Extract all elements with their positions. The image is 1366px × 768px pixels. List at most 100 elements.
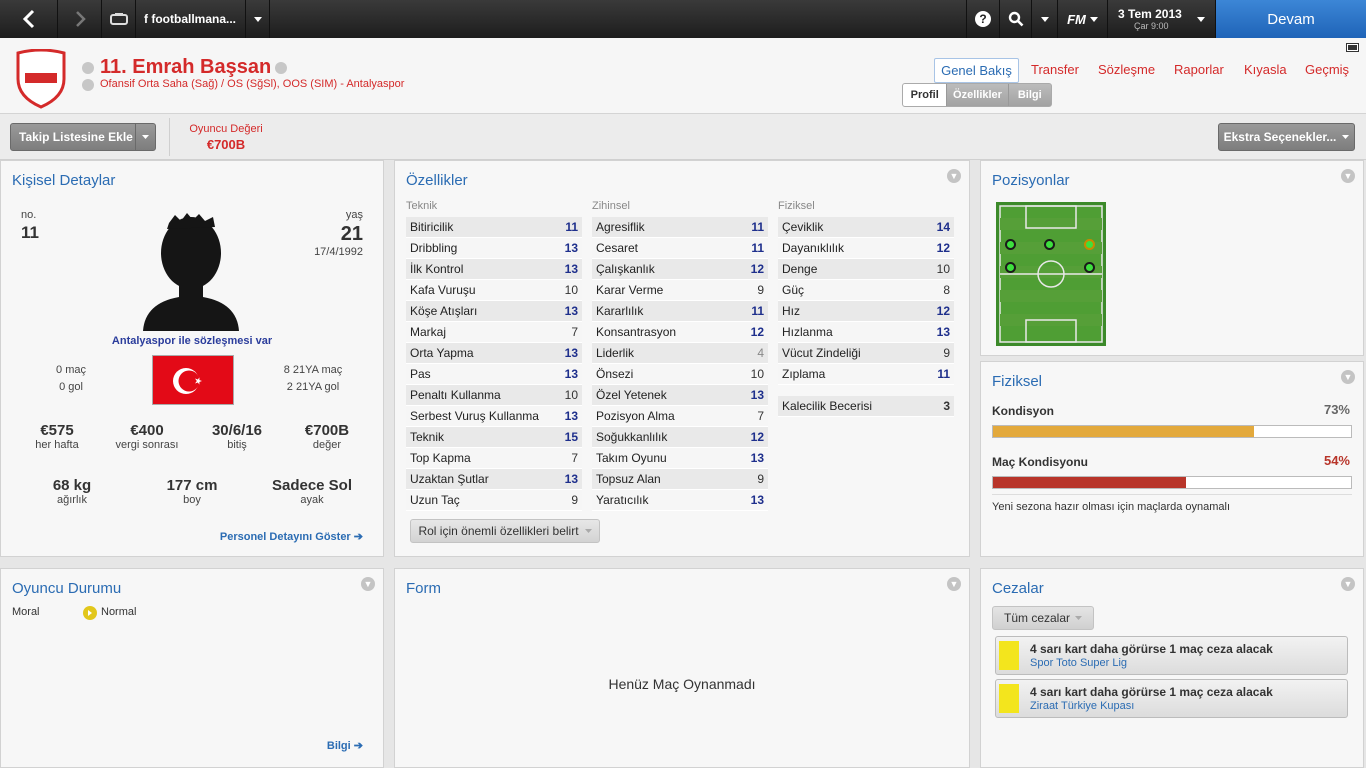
attribute-name: Zıplama xyxy=(782,367,826,381)
attribute-row: Penaltı Kullanma 10 xyxy=(406,385,582,406)
attribute-value: 13 xyxy=(750,493,764,507)
history-dropdown[interactable] xyxy=(246,0,270,38)
club-badge-icon xyxy=(16,49,66,109)
panel-title: Form xyxy=(406,580,441,597)
attribute-row: Yaratıcılık 13 xyxy=(592,490,768,511)
attribute-row: Uzaktan Şutlar 13 xyxy=(406,469,582,490)
status-info-link[interactable]: Bilgi ➔ xyxy=(327,739,363,752)
attribute-value: 13 xyxy=(564,346,578,360)
match-fitness-value: 54% xyxy=(1323,453,1350,468)
attribute-name: Bitiricilik xyxy=(410,220,454,234)
attribute-row: Liderlik 4 xyxy=(592,343,768,364)
age-label: yaş xyxy=(345,209,363,221)
attribute-name: Dribbling xyxy=(410,241,458,255)
fitness-note: Yeni sezona hazır olması için maçlarda o… xyxy=(992,501,1231,513)
nationality-flag xyxy=(152,355,234,405)
search-button[interactable] xyxy=(1000,0,1032,38)
prev-player-icon[interactable] xyxy=(82,62,94,74)
panel-title: Özellikler xyxy=(406,172,468,189)
tab-overview[interactable]: Genel Bakış xyxy=(934,58,1019,83)
physical-panel: Fiziksel ▼ Kondisyon 73% Maç Kondisyonu … xyxy=(980,361,1364,557)
next-player-icon[interactable] xyxy=(275,62,287,74)
match-fitness-label: Maç Kondisyonu xyxy=(992,455,1089,469)
attribute-row: Takım Oyunu 13 xyxy=(592,448,768,469)
tab-history[interactable]: Geçmiş xyxy=(1305,62,1349,77)
attribute-value: 8 xyxy=(943,283,950,297)
tab-contract[interactable]: Sözleşme xyxy=(1098,62,1155,77)
shortlist-button[interactable]: Takip Listesine Ekle xyxy=(10,123,156,151)
collapse-icon[interactable]: ▼ xyxy=(1341,370,1355,384)
search-icon xyxy=(1008,11,1023,27)
expiry-label: bitiş xyxy=(227,439,247,451)
svg-text:?: ? xyxy=(979,12,986,26)
panel-title: Pozisyonlar xyxy=(992,172,1070,189)
subtab-attributes[interactable]: Özellikler xyxy=(946,84,1007,106)
attribute-value: 7 xyxy=(571,325,578,339)
collapse-icon[interactable]: ▼ xyxy=(1341,577,1355,591)
chevron-down-icon xyxy=(1075,616,1083,620)
battery-icon xyxy=(1346,43,1359,52)
continue-label: Devam xyxy=(1267,10,1315,28)
player-positions: Ofansif Orta Saha (Sağ) / OS (SğSl), OOS… xyxy=(100,78,405,90)
attribute-row: İlk Kontrol 13 xyxy=(406,259,582,280)
collapse-icon[interactable]: ▼ xyxy=(1341,169,1355,183)
subtab-info[interactable]: Bilgi xyxy=(1007,84,1051,106)
tab-reports[interactable]: Raporlar xyxy=(1174,62,1224,77)
attribute-row: Karar Verme 9 xyxy=(592,280,768,301)
attribute-value: 15 xyxy=(564,430,578,444)
attribute-name: Pas xyxy=(410,367,431,381)
attribute-name: İlk Kontrol xyxy=(410,262,464,276)
ban-competition-link[interactable]: Spor Toto Super Lig xyxy=(1030,657,1127,669)
attribute-row: Teknik 15 xyxy=(406,427,582,448)
search-dropdown[interactable] xyxy=(1032,0,1058,38)
condition-label: Kondisyon xyxy=(992,404,1054,418)
collapse-icon[interactable]: ▼ xyxy=(361,577,375,591)
position-dot-aml xyxy=(1005,239,1016,250)
player-value-label: Oyuncu Değeri xyxy=(189,123,263,135)
date-menu[interactable]: 3 Tem 2013 Çar 9:00 xyxy=(1108,0,1216,38)
prev-squad-icon[interactable] xyxy=(82,79,94,91)
bans-filter-dropdown[interactable]: Tüm cezalar xyxy=(992,606,1094,630)
mental-column: Zihinsel Agresiflik 11 Cesaret 11 Çalışkanlı… xyxy=(592,200,768,511)
attribute-name: Çeviklik xyxy=(782,220,824,234)
attribute-value: 11 xyxy=(751,304,764,318)
home-button[interactable] xyxy=(102,0,136,38)
collapse-icon[interactable]: ▼ xyxy=(947,169,961,183)
help-icon: ? xyxy=(975,11,991,27)
panel-title: Kişisel Detaylar xyxy=(12,172,116,189)
attribute-row: Çalışkanlık 12 xyxy=(592,259,768,280)
attribute-name: Vücut Zindeliği xyxy=(782,346,861,360)
forward-button[interactable] xyxy=(58,0,102,38)
status-info-link-label: Bilgi xyxy=(326,740,351,752)
back-button[interactable] xyxy=(0,0,58,38)
morale-normal-icon xyxy=(83,606,97,620)
squad-number: 11 xyxy=(21,223,39,242)
subtab-profile[interactable]: Profil xyxy=(903,84,947,106)
ban-competition-link[interactable]: Ziraat Türkiye Kupası xyxy=(1030,700,1134,712)
help-button[interactable]: ? xyxy=(966,0,1000,38)
attribute-row: Pas 13 xyxy=(406,364,582,385)
personal-details-link-label: Personel Detayını Göster xyxy=(219,531,351,543)
search-box[interactable]: f footballmana... xyxy=(136,0,246,38)
extra-options-button[interactable]: Ekstra Seçenekler... xyxy=(1218,123,1355,151)
collapse-icon[interactable]: ▼ xyxy=(947,577,961,591)
chevron-down-icon xyxy=(1089,16,1098,22)
shortlist-dropdown[interactable] xyxy=(135,124,155,150)
home-icon xyxy=(109,13,128,25)
personal-details-link[interactable]: Personel Detayını Göster ➔ xyxy=(220,530,363,543)
contract-status: Antalyaspor ile sözleşmesi var xyxy=(111,335,273,347)
continue-button[interactable]: Devam xyxy=(1216,0,1366,38)
role-attributes-button[interactable]: Rol için önemli özellikleri belirt xyxy=(410,519,600,543)
date-of-birth: 17/4/1992 xyxy=(314,246,363,258)
tab-compare[interactable]: Kıyasla xyxy=(1244,62,1287,77)
tab-transfer[interactable]: Transfer xyxy=(1031,62,1079,77)
attribute-row: Uzun Taç 9 xyxy=(406,490,582,511)
fm-menu[interactable]: FM xyxy=(1058,0,1108,38)
physical-list: Çeviklik 14 Dayanıklılık 12 Denge 10 Güç 8 Hız 12… xyxy=(778,217,954,385)
condition-value: 73% xyxy=(1323,402,1350,417)
attribute-row: Özel Yetenek 13 xyxy=(592,385,768,406)
physical-column: Fiziksel Çeviklik 14 Dayanıklılık 12 Denge 10… xyxy=(778,200,954,417)
attribute-name: Yaratıcılık xyxy=(596,493,649,507)
current-date: 3 Tem 2013 xyxy=(1118,7,1182,21)
current-day-time: Çar 9:00 xyxy=(1134,21,1169,31)
